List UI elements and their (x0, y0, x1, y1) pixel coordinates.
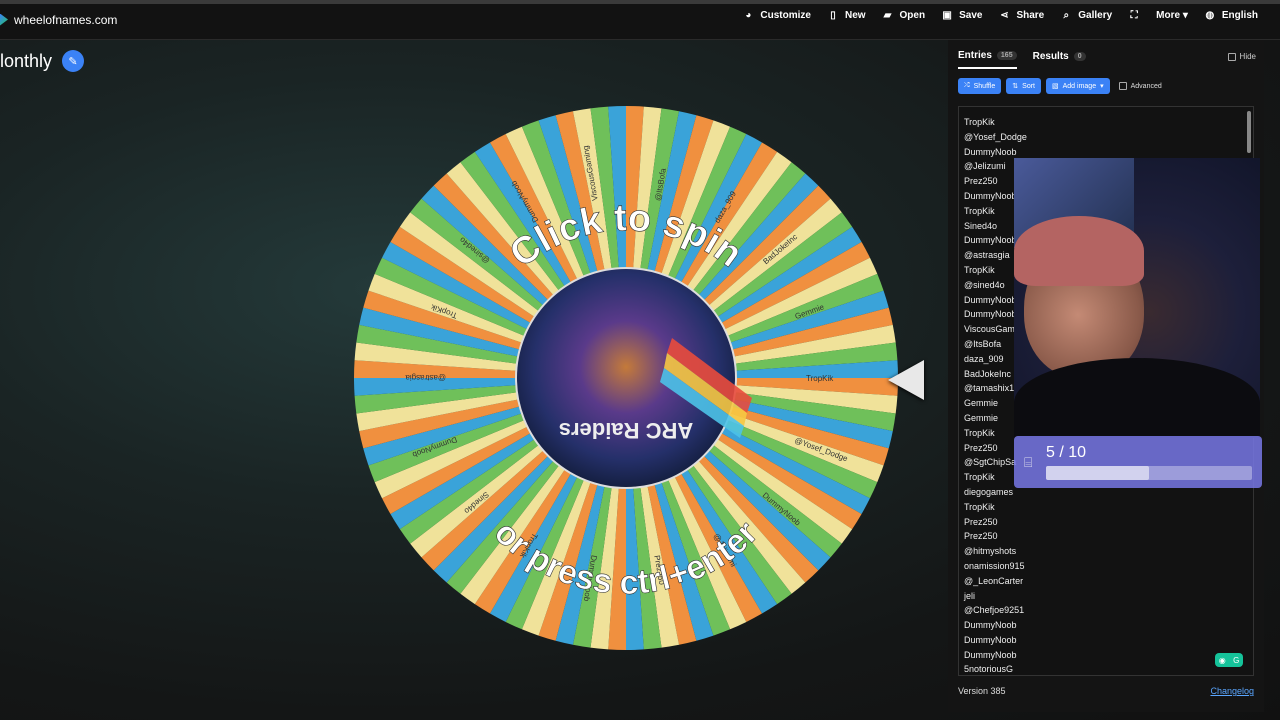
share-icon: ⋖ (1000, 10, 1009, 21)
goal-progress-bar (1046, 466, 1252, 480)
nav-new-button[interactable]: ▯ New (827, 10, 866, 21)
nav-gallery-button[interactable]: ⌕ Gallery (1060, 10, 1112, 21)
wheel-segment-label: TropKik (806, 374, 834, 383)
changelog-link[interactable]: Changelog (1210, 686, 1254, 696)
goal-progress-fill (1046, 466, 1149, 480)
results-count-badge: 0 (1073, 52, 1086, 61)
search-icon: ⌕ (1063, 10, 1070, 21)
shuffle-button[interactable]: ⤮ Shuffle (958, 78, 1002, 94)
webcam-overlay (1014, 158, 1260, 438)
image-icon: ▧ (1052, 83, 1059, 90)
nav-label: New (844, 10, 866, 21)
nav-label: English (1221, 10, 1258, 21)
nav-label: Share (1016, 10, 1045, 21)
top-bar: wheelofnames.com ◕ Customize ▯ New ▰ Open ▣ Sav… (0, 0, 1280, 40)
entry-line: @hitmyshots (964, 546, 1017, 557)
entry-line: DummyNoob (964, 620, 1017, 631)
webcam-person-shoulders (1014, 358, 1260, 438)
site-name: wheelofnames.com (14, 12, 118, 27)
sort-icon: ⇅ (1012, 83, 1019, 90)
entry-line: 5notoriousG (964, 664, 1014, 675)
wheel-pointer (888, 360, 924, 400)
pencil-icon: ✎ (68, 55, 78, 68)
nav-label: More ▾ (1156, 10, 1188, 21)
add-image-label: Add image (1062, 82, 1097, 90)
advanced-label: Advanced (1130, 82, 1162, 90)
nav-share-button[interactable]: ⋖ Share (998, 10, 1044, 21)
tab-results-label: Results (1032, 51, 1069, 62)
edit-title-button[interactable]: ✎ (62, 50, 85, 72)
entry-line: jeli (964, 590, 976, 601)
hide-checkbox[interactable] (1227, 52, 1236, 61)
entries-count-badge: 165 (996, 51, 1017, 60)
panel-tabs: Entries 165 Results 0 (958, 50, 1086, 69)
nav-label: Gallery (1078, 10, 1113, 21)
wheel-graphic[interactable]: TropKik@Yosef_DodgeDummyNoob@JelizumiPre… (352, 78, 900, 678)
hide-toggle[interactable]: Hide (1227, 52, 1256, 61)
entry-line: @_LeonCarter (964, 575, 1024, 586)
entry-line: TropKik (964, 117, 995, 127)
entry-line: onamission915 (964, 560, 1025, 571)
file-icon: ▯ (830, 10, 836, 21)
wheel-segment-label: @astrasgia (405, 373, 446, 382)
palette-icon: ◕ (745, 10, 752, 21)
wheel-title: lonthly (0, 50, 53, 71)
webcam-person-cap (1014, 216, 1144, 286)
sort-label: Sort (1022, 82, 1035, 90)
nav-label: Save (959, 10, 983, 21)
wheel-title-area: lonthly ✎ (0, 50, 85, 72)
advanced-toggle[interactable]: Advanced (1118, 78, 1162, 94)
fullscreen-icon: ⛶ (1130, 10, 1138, 21)
save-icon: ▣ (942, 10, 952, 21)
entry-line: Prez250 (964, 516, 998, 527)
nav-fullscreen-button[interactable]: ⛶ (1128, 10, 1140, 21)
nav-customize-button[interactable]: ◕ Customize (742, 10, 811, 21)
entries-toolbar: ⤮ Shuffle ⇅ Sort ▧ Add image ▾ Advanced (958, 78, 1162, 94)
nav-english-button[interactable]: ◍ English (1204, 10, 1259, 21)
nav-label: Open (899, 10, 926, 21)
goal-progress-text: 5 / 10 (1046, 444, 1087, 461)
chevron-down-icon: ▾ (1100, 83, 1104, 90)
logo-icon (0, 13, 8, 26)
entries-scrollbar[interactable] (1247, 111, 1251, 153)
folder-icon: ▰ (883, 10, 892, 21)
shuffle-icon: ⤮ (964, 82, 970, 89)
entry-line: @Yosef_Dodge (964, 131, 1027, 142)
globe-icon: ◍ (1205, 10, 1215, 21)
grammarly-icon[interactable]: ◉ G (1215, 653, 1243, 667)
nav-label: Customize (760, 10, 811, 21)
tab-entries-label: Entries (958, 50, 992, 61)
gift-icon: ⌸ (1024, 454, 1033, 470)
nav-save-button[interactable]: ▣ Save (941, 10, 982, 21)
top-nav: ◕ Customize ▯ New ▰ Open ▣ Save ⋖ Share ⌕ Gallery ⛶ M… (742, 10, 1258, 21)
hide-label: Hide (1239, 52, 1256, 61)
sort-button[interactable]: ⇅ Sort (1006, 78, 1041, 94)
shuffle-label: Shuffle (973, 82, 996, 90)
tab-entries[interactable]: Entries 165 (958, 50, 1017, 69)
nav-open-button[interactable]: ▰ Open (882, 10, 926, 21)
wheel[interactable]: TropKik @Yosef_Dodge DummyNoob @Jelizumi Pre… (352, 78, 900, 678)
entry-line: TropKik (964, 501, 995, 512)
entry-line: Prez250 (964, 531, 998, 542)
add-image-button[interactable]: ▧ Add image ▾ (1046, 78, 1110, 94)
center-image-text: ARC Raiders (559, 418, 693, 443)
entry-line: DummyNoob (964, 634, 1017, 645)
advanced-checkbox[interactable] (1118, 82, 1127, 90)
version-text: Version 385 (958, 686, 1006, 696)
sub-goal-overlay: ⌸ 5 / 10 (1014, 436, 1262, 488)
entry-line: @Chefjoe9251 (964, 605, 1025, 616)
entry-line: DummyNoob (964, 649, 1017, 660)
nav-more-button[interactable]: More ▾ (1156, 10, 1188, 21)
site-brand[interactable]: wheelofnames.com (0, 13, 117, 27)
tab-results[interactable]: Results 0 (1033, 50, 1086, 69)
